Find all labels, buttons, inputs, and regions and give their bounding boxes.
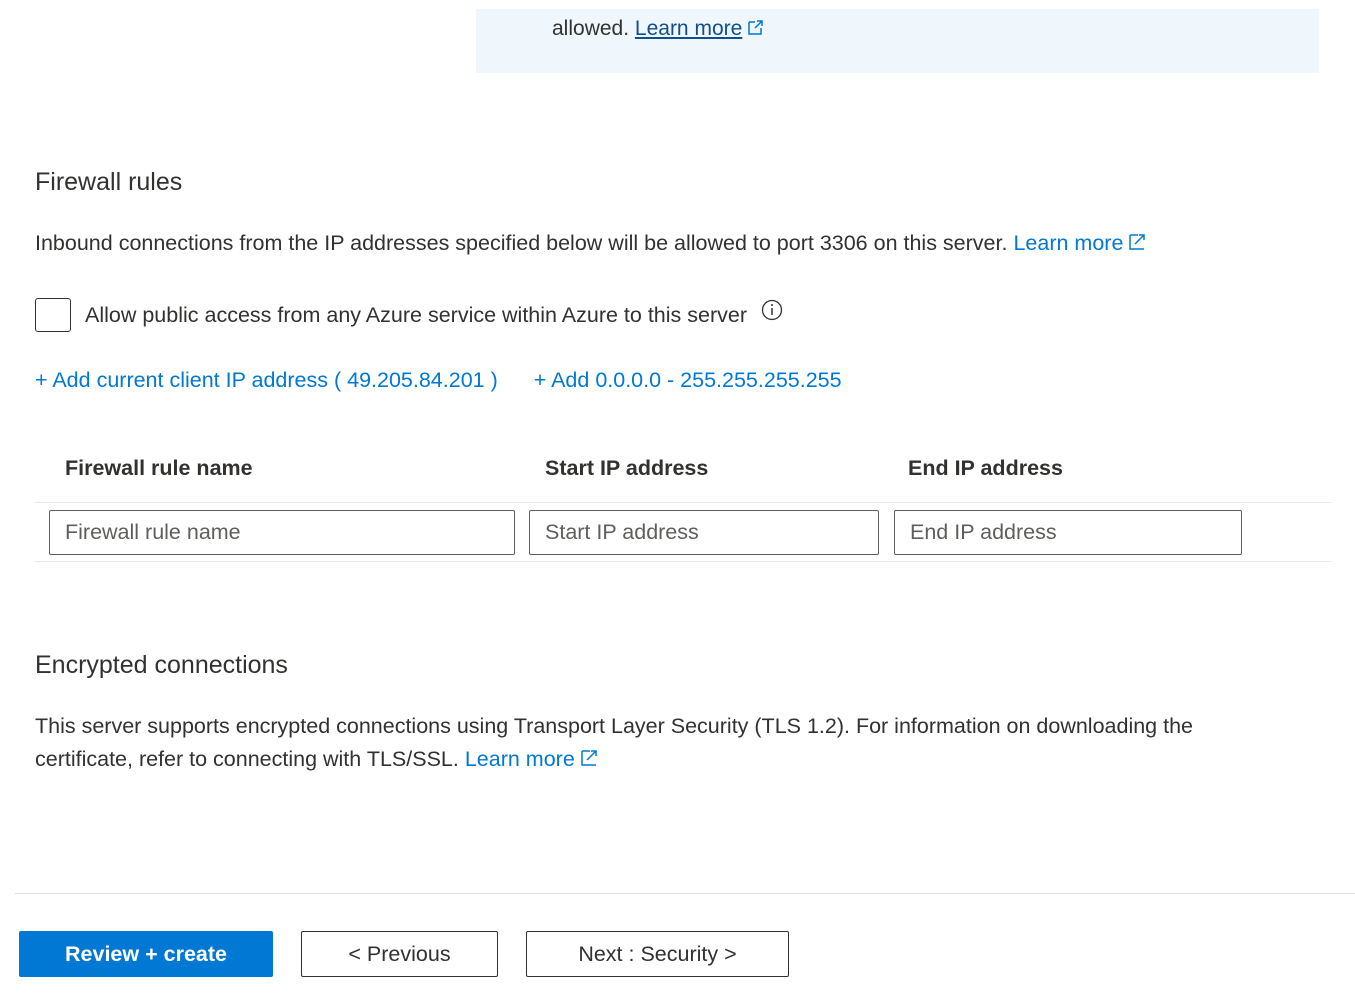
encryption-description-line2: certificate, refer to connecting with TL…: [35, 747, 459, 771]
azure-access-checkbox-row: Allow public access from any Azure servi…: [35, 297, 783, 333]
review-create-button[interactable]: Review + create: [19, 931, 273, 977]
info-banner-learn-more-link[interactable]: Learn more: [635, 17, 764, 40]
info-banner-text: allowed. Learn more: [552, 17, 764, 41]
add-ip-links: + Add current client IP address ( 49.205…: [35, 368, 842, 393]
previous-button[interactable]: < Previous: [301, 931, 498, 977]
add-client-ip-link[interactable]: + Add current client IP address ( 49.205…: [35, 368, 498, 393]
encryption-description: This server supports encrypted connectio…: [35, 710, 1193, 776]
info-banner-message: allowed.: [552, 17, 630, 40]
column-header-end-ip: End IP address: [908, 456, 1063, 480]
table-header: Firewall rule name Start IP address End …: [35, 440, 1332, 503]
firewall-description: Inbound connections from the IP addresse…: [35, 227, 1147, 260]
table-row: [35, 503, 1332, 562]
external-link-icon: [1129, 234, 1146, 250]
column-header-start-ip: Start IP address: [545, 456, 709, 480]
next-security-button[interactable]: Next : Security >: [526, 931, 789, 977]
encrypted-connections-title: Encrypted connections: [35, 651, 288, 679]
end-ip-input[interactable]: [894, 510, 1242, 555]
firewall-description-text: Inbound connections from the IP addresse…: [35, 231, 1008, 255]
info-icon[interactable]: [761, 299, 783, 321]
azure-access-checkbox[interactable]: [35, 298, 71, 332]
add-full-range-link[interactable]: + Add 0.0.0.0 - 255.255.255.255: [534, 368, 842, 393]
column-header-rule-name: Firewall rule name: [65, 456, 253, 480]
firewall-rule-name-input[interactable]: [49, 510, 515, 555]
encryption-description-line1: This server supports encrypted connectio…: [35, 714, 1193, 738]
external-link-icon: [581, 750, 597, 766]
firewall-learn-more-link[interactable]: Learn more: [1013, 231, 1147, 255]
firewall-rules-table: Firewall rule name Start IP address End …: [35, 440, 1332, 562]
firewall-rules-title: Firewall rules: [35, 168, 183, 196]
encryption-learn-more-link[interactable]: Learn more: [465, 747, 599, 771]
external-link-icon: [748, 20, 764, 35]
footer-divider: [15, 893, 1355, 894]
encryption-description-line2-wrap: certificate, refer to connecting with TL…: [35, 743, 1193, 776]
azure-access-checkbox-label: Allow public access from any Azure servi…: [85, 302, 747, 327]
start-ip-input[interactable]: [529, 510, 879, 555]
info-banner: allowed. Learn more: [476, 9, 1319, 73]
